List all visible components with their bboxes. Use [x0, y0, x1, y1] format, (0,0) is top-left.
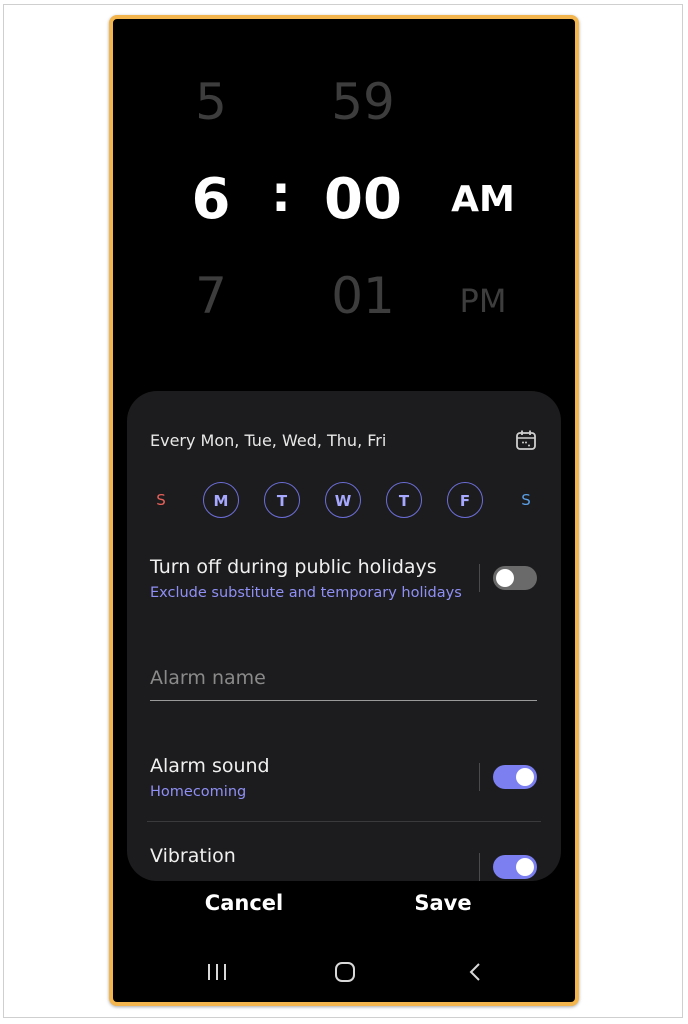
vibration-divider — [479, 853, 480, 881]
back-icon[interactable] — [465, 961, 485, 987]
alarm-sound-subtitle: Homecoming — [150, 784, 247, 800]
repeat-summary: Every Mon, Tue, Wed, Thu, Fri — [150, 431, 387, 450]
day-thursday[interactable]: T — [386, 482, 422, 518]
day-wednesday[interactable]: W — [325, 482, 361, 518]
day-saturday[interactable]: S — [508, 482, 544, 518]
holidays-divider — [479, 564, 480, 592]
hour-prev[interactable]: 5 — [171, 73, 251, 131]
ampm-next[interactable]: PM — [443, 282, 523, 320]
hour-current[interactable]: 6 — [171, 167, 251, 232]
toggle-knob — [516, 858, 534, 876]
minute-prev[interactable]: 59 — [313, 73, 413, 131]
minute-current[interactable]: 00 — [313, 167, 413, 232]
home-icon[interactable] — [333, 961, 357, 987]
alarm-settings-card: Every Mon, Tue, Wed, Thu, Fri S M T W T … — [127, 391, 561, 881]
ampm-current[interactable]: AM — [443, 179, 523, 220]
alarm-sound-toggle[interactable] — [493, 765, 537, 789]
day-tuesday[interactable]: T — [264, 482, 300, 518]
vibration-title[interactable]: Vibration — [150, 845, 236, 867]
cancel-button[interactable]: Cancel — [164, 891, 324, 915]
toggle-knob — [496, 569, 514, 587]
hour-next[interactable]: 7 — [171, 267, 251, 325]
navigation-bar — [113, 949, 575, 999]
minute-next[interactable]: 01 — [313, 267, 413, 325]
day-monday[interactable]: M — [203, 482, 239, 518]
time-separator: : — [271, 165, 291, 223]
holidays-title[interactable]: Turn off during public holidays — [150, 556, 437, 578]
alarm-sound-title[interactable]: Alarm sound — [150, 755, 270, 777]
toggle-knob — [516, 768, 534, 786]
phone-screen: 5 6 7 : 59 00 01 AM PM Every Mon, Tue, W… — [109, 15, 579, 1006]
vibration-toggle[interactable] — [493, 855, 537, 879]
day-friday[interactable]: F — [447, 482, 483, 518]
holidays-subtitle: Exclude substitute and temporary holiday… — [150, 585, 462, 601]
section-divider — [147, 821, 541, 822]
holidays-toggle[interactable] — [493, 566, 537, 590]
recent-apps-icon[interactable] — [205, 961, 229, 987]
day-sunday[interactable]: S — [143, 482, 179, 518]
alarm-sound-divider — [479, 763, 480, 791]
calendar-icon[interactable] — [515, 429, 537, 451]
alarm-name-input[interactable]: Alarm name — [150, 661, 537, 701]
save-button[interactable]: Save — [363, 891, 523, 915]
